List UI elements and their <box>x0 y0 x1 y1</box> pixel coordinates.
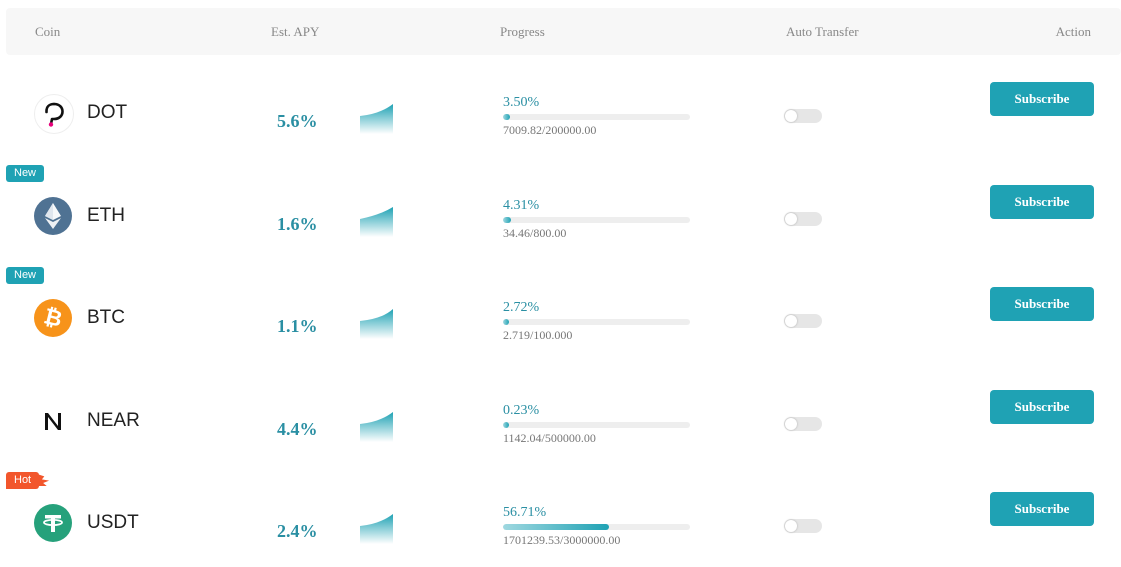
progress-fill <box>503 319 509 325</box>
table-row: Hot USDT 2.4% 56.71% 1701239.53/3000000.… <box>0 472 1121 567</box>
toggle-knob <box>785 418 797 430</box>
progress-bar <box>503 524 690 530</box>
table-row: DOT 5.6% 3.50% 7009.82/200000.00 Subscri… <box>0 64 1121 166</box>
coin-name: USDT <box>87 512 139 533</box>
table-row: New ₿ BTC 1.1% 2.72% 2.719/100.000 Subsc… <box>0 267 1121 371</box>
coin-name: BTC <box>87 307 125 328</box>
progress-percent: 0.23% <box>503 403 540 418</box>
apy-value: 1.1% <box>277 316 318 336</box>
toggle-knob <box>785 520 797 532</box>
auto-transfer-toggle[interactable] <box>784 417 822 431</box>
progress-bar <box>503 319 690 325</box>
auto-transfer-toggle[interactable] <box>784 212 822 226</box>
progress-percent: 3.50% <box>503 95 540 110</box>
subscribe-button[interactable]: Subscribe <box>990 287 1094 321</box>
auto-transfer-toggle[interactable] <box>784 519 822 533</box>
progress-bar <box>503 114 690 120</box>
progress-bar <box>503 422 690 428</box>
table-header: Coin Est. APY Progress Auto Transfer Act… <box>6 8 1121 55</box>
progress-amount: 2.719/100.000 <box>503 328 573 342</box>
header-action: Action <box>1055 24 1091 39</box>
bitcoin-icon: ₿ <box>34 299 72 337</box>
apy-value: 2.4% <box>277 521 318 541</box>
tether-icon <box>34 504 72 542</box>
new-badge: New <box>6 165 45 182</box>
toggle-knob <box>785 110 797 122</box>
staking-table: Coin Est. APY Progress Auto Transfer Act… <box>0 0 1121 567</box>
polkadot-icon <box>34 94 74 134</box>
progress-percent: 56.71% <box>503 505 547 520</box>
subscribe-button[interactable]: Subscribe <box>990 390 1094 424</box>
progress-bar <box>503 217 690 223</box>
subscribe-button[interactable]: Subscribe <box>990 82 1094 116</box>
toggle-knob <box>785 213 797 225</box>
apy-trend-icon <box>360 309 393 339</box>
header-coin: Coin <box>35 24 61 39</box>
hot-badge: Hot <box>6 472 40 489</box>
progress-fill <box>503 217 512 223</box>
apy-trend-icon <box>360 514 393 544</box>
near-icon <box>34 402 72 440</box>
progress-percent: 4.31% <box>503 198 540 213</box>
progress-amount: 1142.04/500000.00 <box>503 431 596 445</box>
progress-amount: 1701239.53/3000000.00 <box>503 533 621 547</box>
coin-name: ETH <box>87 205 125 226</box>
apy-value: 4.4% <box>277 419 318 439</box>
table-row: New ETH 1.6% 4.31% 34.46/800.00 Subscrib… <box>0 165 1121 269</box>
header-apy: Est. APY <box>271 24 320 39</box>
coin-name: NEAR <box>87 410 140 431</box>
coin-name: DOT <box>87 102 128 123</box>
apy-value: 1.6% <box>277 214 318 234</box>
progress-amount: 7009.82/200000.00 <box>503 123 597 137</box>
subscribe-button[interactable]: Subscribe <box>990 185 1094 219</box>
table-row: NEAR 4.4% 0.23% 1142.04/500000.00 Subscr… <box>0 372 1121 474</box>
apy-trend-icon <box>360 104 393 134</box>
progress-fill <box>503 422 509 428</box>
toggle-knob <box>785 315 797 327</box>
progress-fill <box>503 114 510 120</box>
header-progress: Progress <box>500 24 545 39</box>
apy-value: 5.6% <box>277 111 318 131</box>
auto-transfer-toggle[interactable] <box>784 109 822 123</box>
header-auto-transfer: Auto Transfer <box>786 24 859 39</box>
auto-transfer-toggle[interactable] <box>784 314 822 328</box>
new-badge: New <box>6 267 45 284</box>
apy-trend-icon <box>360 207 393 237</box>
progress-amount: 34.46/800.00 <box>503 226 567 240</box>
progress-fill <box>503 524 610 530</box>
subscribe-button[interactable]: Subscribe <box>990 492 1094 526</box>
apy-trend-icon <box>360 412 393 442</box>
progress-percent: 2.72% <box>503 300 540 315</box>
ethereum-icon <box>34 197 72 235</box>
